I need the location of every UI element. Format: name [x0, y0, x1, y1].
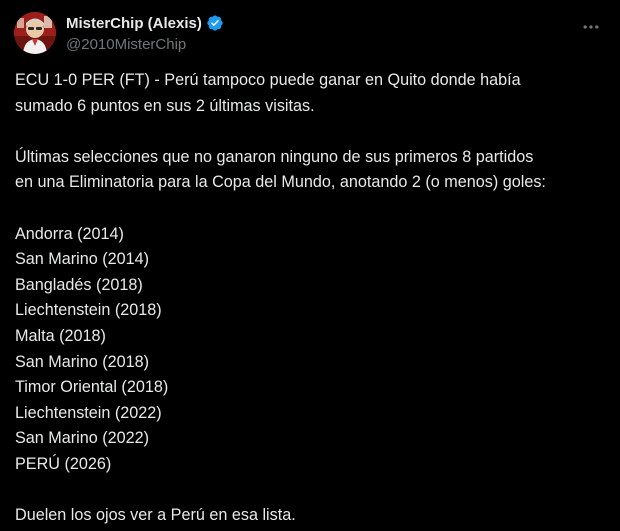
list-item: PERÚ (2026) — [15, 454, 112, 473]
list-item: San Marino (2014) — [15, 250, 150, 269]
tweet-line: sumado 6 puntos en sus 2 últimas visitas… — [15, 96, 315, 115]
tweet-line: en una Eliminatoria para la Copa del Mun… — [15, 173, 546, 192]
list-item: Bangladés (2018) — [15, 275, 143, 294]
list-item: Liechtenstein (2018) — [15, 301, 162, 320]
avatar-image — [14, 12, 56, 54]
list-item: Liechtenstein (2022) — [15, 403, 162, 422]
list-item: Timor Oriental (2018) — [15, 378, 169, 397]
tweet-line: Últimas selecciones que no ganaron ningu… — [15, 147, 534, 166]
display-name-row: MisterChip (Alexis) — [66, 13, 224, 33]
list-item: Andorra (2014) — [15, 224, 124, 243]
tweet-header: MisterChip (Alexis) @2010MisterChip — [14, 10, 606, 58]
list-item: Malta (2018) — [15, 326, 106, 345]
list-item: San Marino (2018) — [15, 352, 150, 371]
more-options-icon[interactable] — [580, 16, 602, 38]
tweet-card: MisterChip (Alexis) @2010MisterChip ECU … — [0, 0, 620, 531]
display-name[interactable]: MisterChip (Alexis) — [66, 15, 202, 32]
tweet-line: ECU 1-0 PER (FT) - Perú tampoco puede ga… — [15, 71, 521, 89]
author-names: MisterChip (Alexis) @2010MisterChip — [66, 13, 224, 53]
author-handle[interactable]: @2010MisterChip — [66, 36, 224, 53]
avatar[interactable] — [14, 12, 56, 54]
list-item: San Marino (2022) — [15, 429, 150, 448]
tweet-text: ECU 1-0 PER (FT) - Perú tampoco puede ga… — [15, 68, 610, 529]
tweet-closing: Duelen los ojos ver a Perú en esa lista. — [15, 506, 296, 525]
verified-badge-icon — [206, 14, 224, 32]
